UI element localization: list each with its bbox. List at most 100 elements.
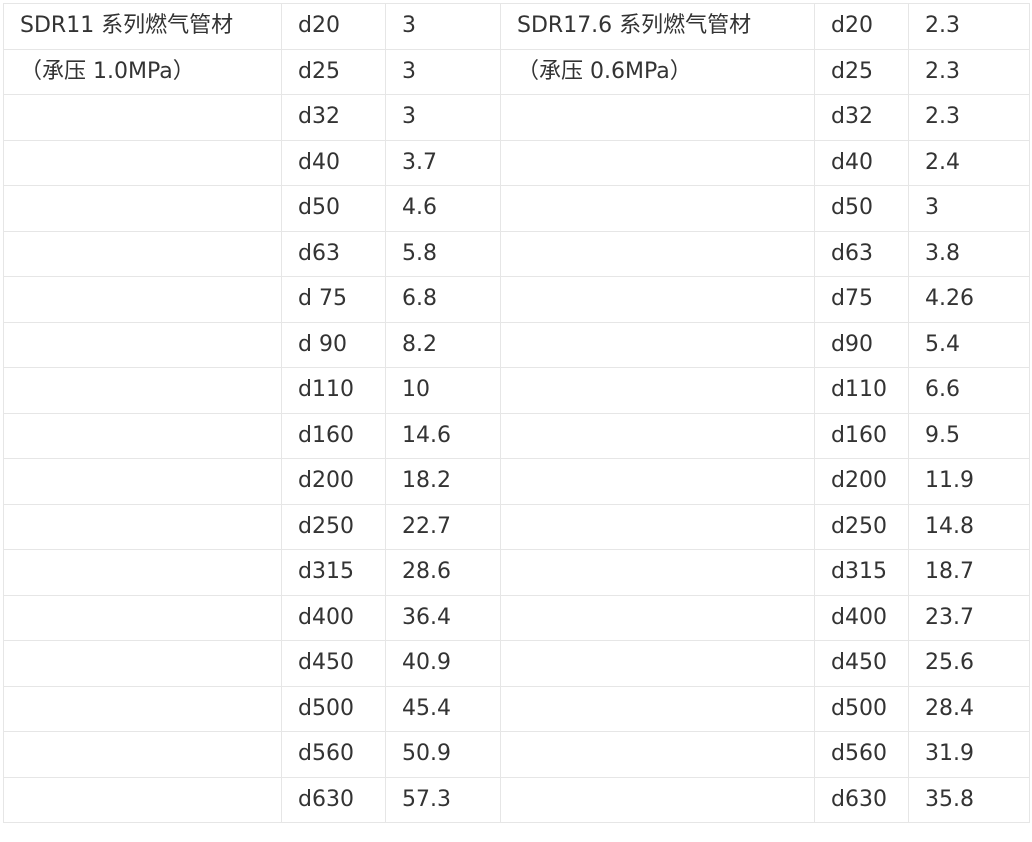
empty-cell: [3, 685, 282, 732]
empty-cell: [500, 367, 815, 414]
thickness-cell: 14.8: [908, 503, 1030, 550]
diameter-cell: d200: [814, 458, 909, 505]
empty-cell: [500, 640, 815, 687]
table-row: d400 36.4 d400 23.7: [3, 594, 1030, 641]
diameter-cell: d32: [814, 94, 909, 141]
table-row: d63 5.8 d63 3.8: [3, 230, 1030, 277]
empty-cell: [3, 367, 282, 414]
table-row: d40 3.7 d40 2.4: [3, 139, 1030, 186]
empty-cell: [3, 139, 282, 186]
empty-cell: [500, 685, 815, 732]
diameter-cell: d160: [281, 412, 386, 459]
empty-cell: [500, 321, 815, 368]
thickness-cell: 3: [385, 3, 501, 50]
empty-cell: [500, 776, 815, 823]
thickness-cell: 3: [385, 94, 501, 141]
empty-cell: [500, 458, 815, 505]
diameter-cell: d500: [281, 685, 386, 732]
empty-cell: [3, 276, 282, 323]
empty-cell: [500, 731, 815, 778]
diameter-cell: d250: [281, 503, 386, 550]
empty-cell: [3, 731, 282, 778]
diameter-cell: d250: [814, 503, 909, 550]
table-row: （承压 1.0MPa） d25 3 （承压 0.6MPa） d25 2.3: [3, 48, 1030, 95]
thickness-cell: 28.4: [908, 685, 1030, 732]
thickness-cell: 18.2: [385, 458, 501, 505]
diameter-cell: d40: [814, 139, 909, 186]
diameter-cell: d50: [281, 185, 386, 232]
empty-cell: [500, 230, 815, 277]
thickness-cell: 2.3: [908, 3, 1030, 50]
pipe-spec-table: SDR11 系列燃气管材 d20 3 SDR17.6 系列燃气管材 d20 2.3 （承压 …: [3, 3, 1030, 823]
thickness-cell: 31.9: [908, 731, 1030, 778]
thickness-cell: 14.6: [385, 412, 501, 459]
diameter-cell: d200: [281, 458, 386, 505]
diameter-cell: d40: [281, 139, 386, 186]
thickness-cell: 3: [385, 48, 501, 95]
table-row: d250 22.7 d250 14.8: [3, 503, 1030, 550]
diameter-cell: d32: [281, 94, 386, 141]
table-row: d630 57.3 d630 35.8: [3, 776, 1030, 823]
diameter-cell: d560: [281, 731, 386, 778]
table-row: d450 40.9 d450 25.6: [3, 640, 1030, 687]
thickness-cell: 25.6: [908, 640, 1030, 687]
empty-cell: [500, 276, 815, 323]
series-pressure: （承压 0.6MPa）: [500, 48, 815, 95]
empty-cell: [500, 185, 815, 232]
thickness-cell: 28.6: [385, 549, 501, 596]
empty-cell: [3, 94, 282, 141]
table-row: d560 50.9 d560 31.9: [3, 731, 1030, 778]
diameter-cell: d63: [814, 230, 909, 277]
thickness-cell: 10: [385, 367, 501, 414]
diameter-cell: d75: [814, 276, 909, 323]
diameter-cell: d 90: [281, 321, 386, 368]
diameter-cell: d20: [814, 3, 909, 50]
empty-cell: [3, 458, 282, 505]
diameter-cell: d110: [281, 367, 386, 414]
table-row: d160 14.6 d160 9.5: [3, 412, 1030, 459]
empty-cell: [3, 594, 282, 641]
empty-cell: [3, 503, 282, 550]
series-name: SDR17.6 系列燃气管材: [500, 3, 815, 50]
thickness-cell: 4.26: [908, 276, 1030, 323]
diameter-cell: d20: [281, 3, 386, 50]
table-row: d32 3 d32 2.3: [3, 94, 1030, 141]
thickness-cell: 9.5: [908, 412, 1030, 459]
table-row: d200 18.2 d200 11.9: [3, 458, 1030, 505]
diameter-cell: d450: [814, 640, 909, 687]
diameter-cell: d63: [281, 230, 386, 277]
series-name: SDR11 系列燃气管材: [3, 3, 282, 50]
diameter-cell: d25: [281, 48, 386, 95]
empty-cell: [500, 549, 815, 596]
empty-cell: [500, 412, 815, 459]
thickness-cell: 3: [908, 185, 1030, 232]
empty-cell: [3, 412, 282, 459]
thickness-cell: 2.3: [908, 94, 1030, 141]
diameter-cell: d630: [281, 776, 386, 823]
empty-cell: [500, 139, 815, 186]
diameter-cell: d315: [814, 549, 909, 596]
thickness-cell: 11.9: [908, 458, 1030, 505]
diameter-cell: d25: [814, 48, 909, 95]
thickness-cell: 4.6: [385, 185, 501, 232]
thickness-cell: 57.3: [385, 776, 501, 823]
table-row: d500 45.4 d500 28.4: [3, 685, 1030, 732]
empty-cell: [3, 230, 282, 277]
diameter-cell: d160: [814, 412, 909, 459]
thickness-cell: 5.4: [908, 321, 1030, 368]
table-row: d110 10 d110 6.6: [3, 367, 1030, 414]
thickness-cell: 2.4: [908, 139, 1030, 186]
diameter-cell: d315: [281, 549, 386, 596]
empty-cell: [3, 776, 282, 823]
table-row: d 75 6.8 d75 4.26: [3, 276, 1030, 323]
empty-cell: [3, 321, 282, 368]
empty-cell: [500, 503, 815, 550]
thickness-cell: 36.4: [385, 594, 501, 641]
thickness-cell: 40.9: [385, 640, 501, 687]
diameter-cell: d400: [814, 594, 909, 641]
thickness-cell: 6.6: [908, 367, 1030, 414]
empty-cell: [3, 640, 282, 687]
thickness-cell: 6.8: [385, 276, 501, 323]
diameter-cell: d450: [281, 640, 386, 687]
table-row: d 90 8.2 d90 5.4: [3, 321, 1030, 368]
